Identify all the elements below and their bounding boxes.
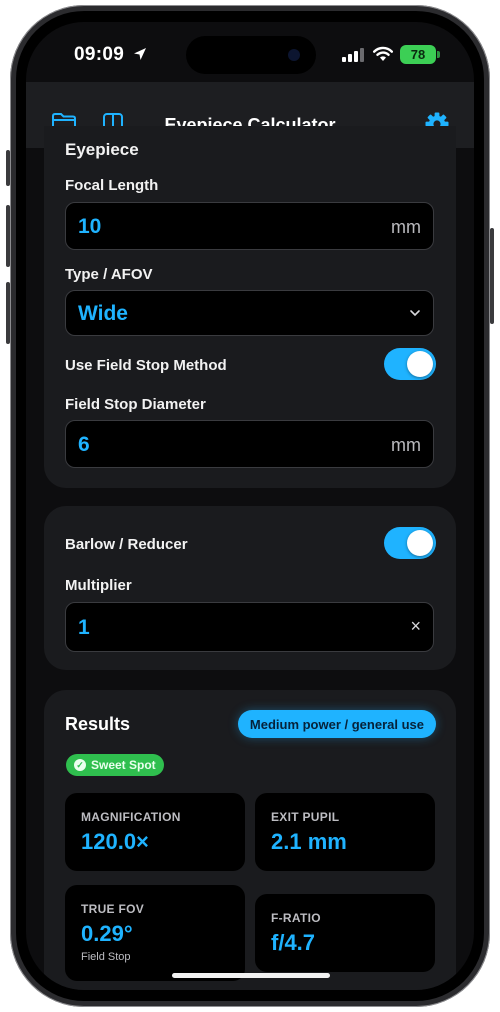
stat-magnification: MAGNIFICATION 120.0× [65,793,245,871]
eyepiece-card: Eyepiece Focal Length 10 mm Type / AFOV … [44,126,456,488]
clear-button[interactable]: × [410,616,421,637]
battery-icon: 78 [400,45,436,64]
chevron-down-icon [410,310,420,317]
type-afov-label: Type / AFOV [65,266,153,283]
sweet-spot-label: Sweet Spot [91,758,156,772]
stat-exit-pupil: EXIT PUPIL 2.1 mm [255,793,435,871]
field-stop-method-label: Use Field Stop Method [65,357,227,374]
usage-pill-label: Medium power / general use [249,716,424,732]
stat-label: TRUE FOV [81,902,145,916]
action-button [6,150,10,186]
barlow-toggle[interactable] [384,527,436,559]
location-arrow-icon [134,48,146,60]
wifi-icon [373,46,393,61]
sweet-spot-badge: ✓ Sweet Spot [66,754,164,776]
focal-length-field[interactable]: 10 mm [65,202,434,250]
stat-label: EXIT PUPIL [271,810,340,824]
cellular-signal-icon [342,48,364,62]
focal-length-unit: mm [391,217,421,237]
volume-down-button [6,282,10,344]
stat-value: f/4.7 [271,930,316,955]
eyepiece-section-title: Eyepiece [65,140,139,159]
stat-value: 120.0× [81,829,149,854]
stat-subtitle: Field Stop [81,951,131,963]
battery-tip [437,51,440,58]
barlow-label: Barlow / Reducer [65,536,188,553]
home-indicator[interactable] [172,973,330,978]
status-time: 09:09 [74,44,125,65]
stat-value: 0.29° [81,921,133,946]
stat-f-ratio: F-RATIO f/4.7 [255,894,435,972]
focal-length-label: Focal Length [65,177,159,194]
results-card: Results Medium power / general use ✓ Swe… [44,690,456,990]
stat-label: MAGNIFICATION [81,810,181,824]
type-afov-select[interactable]: Wide [65,290,434,336]
power-button [490,228,494,324]
type-afov-value: Wide [78,302,128,325]
field-stop-diameter-unit: mm [391,435,421,455]
stat-label: F-RATIO [271,911,321,925]
multiplier-label: Multiplier [65,577,132,594]
focal-length-value: 10 [78,215,102,238]
field-stop-method-toggle[interactable] [384,348,436,380]
dynamic-island [186,36,316,74]
stat-value: 2.1 mm [271,829,347,854]
battery-level: 78 [410,47,426,62]
checkmark-icon: ✓ [74,759,86,771]
usage-pill: Medium power / general use [237,710,436,738]
results-title: Results [65,714,131,734]
stat-true-fov: TRUE FOV 0.29° Field Stop [65,885,245,981]
field-stop-diameter-value: 6 [78,433,90,456]
barlow-card: Barlow / Reducer Multiplier 1 × [44,506,456,670]
volume-up-button [6,205,10,267]
field-stop-diameter-label: Field Stop Diameter [65,396,206,413]
screen: 09:09 78 Eyepiece Calculator Eyepiece Fo… [26,22,474,990]
field-stop-diameter-field[interactable]: 6 mm [65,420,434,468]
multiplier-field[interactable]: 1 × [65,602,434,652]
multiplier-value: 1 [78,616,90,639]
